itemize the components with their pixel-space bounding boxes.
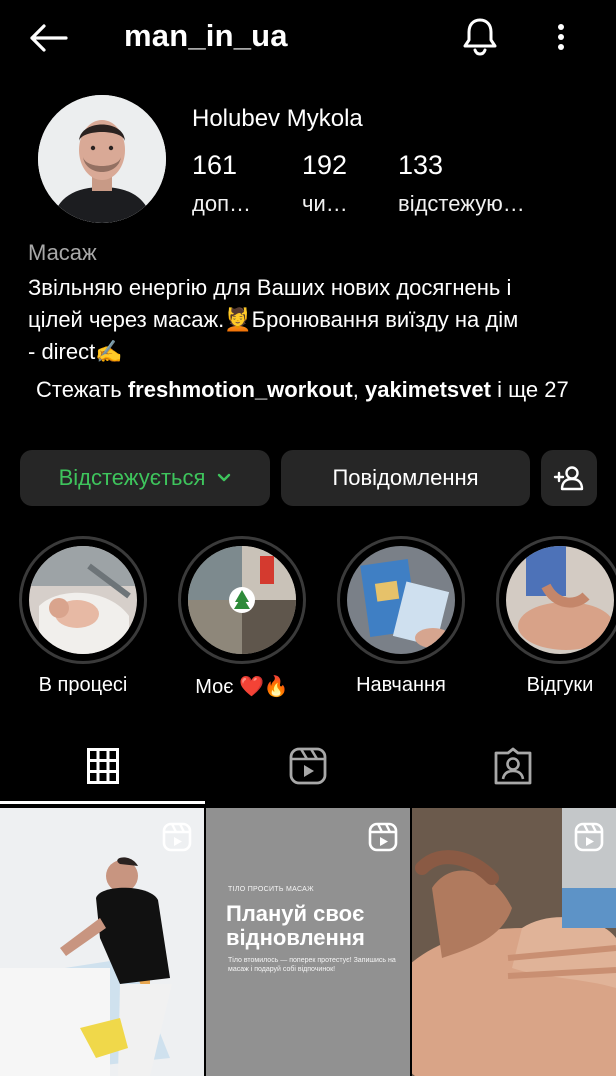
reel-indicator-icon (574, 822, 604, 857)
stat-following-value: 133 (398, 150, 444, 180)
profile-tabs (0, 728, 616, 804)
post-thumbnail[interactable] (412, 808, 616, 1076)
notifications-button[interactable] (456, 12, 504, 60)
highlight-in-progress[interactable]: В процесі (19, 536, 147, 697)
highlight-cover-image (188, 546, 296, 654)
back-button[interactable] (22, 14, 74, 62)
post-title-line: Плануй своє (226, 901, 365, 926)
bell-icon (463, 18, 497, 56)
tab-tagged[interactable] (410, 728, 615, 804)
post-subtitle: Тіло втомилось — поперек протестує! Запи… (228, 957, 396, 973)
highlight-ring (337, 536, 465, 664)
highlight-ring (19, 536, 147, 664)
profile-avatar[interactable] (38, 95, 166, 223)
post-title: Плануй своє відновлення (226, 902, 365, 950)
highlight-label: В процесі (38, 674, 128, 696)
followed-by-separator: , (352, 377, 365, 402)
followed-by-user-2[interactable]: yakimetsvet (365, 377, 491, 402)
top-bar: man_in_ua (0, 0, 616, 76)
stat-following-label: відстежую… (398, 191, 525, 216)
stat-posts-label: доп… (192, 191, 251, 216)
followed-by-prefix: Стежать (36, 377, 128, 402)
post-thumbnail[interactable]: ТІЛО ПРОСИТЬ МАСАЖ Плануй своє відновлен… (206, 808, 410, 1076)
highlight-ring (178, 536, 306, 664)
tagged-person-icon (494, 747, 531, 785)
stat-followers-value: 192 (302, 150, 348, 180)
following-button[interactable]: Відстежується (20, 450, 270, 506)
message-label: Повідомлення (332, 465, 479, 490)
more-options-button[interactable] (544, 14, 578, 60)
reels-icon (289, 747, 326, 785)
stat-followers[interactable]: 192 чи… (302, 150, 348, 217)
profile-full-name: Holubev Mykola (192, 105, 363, 132)
highlight-label: Відгуки (526, 674, 594, 696)
reel-indicator-icon (162, 822, 192, 857)
following-label: Відстежується (58, 465, 206, 490)
stat-following[interactable]: 133 відстежую… (398, 150, 525, 217)
highlight-cover-image (506, 546, 614, 654)
tab-reels[interactable] (205, 728, 410, 804)
highlight-label: Моє ❤️🔥 (195, 676, 289, 698)
profile-bio: Звільняю енергію для Ваших нових досягне… (28, 272, 598, 368)
bio-line[interactable]: - direct✍️ (28, 336, 598, 368)
highlight-reviews[interactable]: Відгуки (496, 536, 616, 697)
profile-category: Масаж (28, 240, 97, 265)
reel-indicator-icon (368, 822, 398, 857)
highlight-ring (496, 536, 616, 664)
bio-line: Звільняю енергію для Ваших нових досягне… (28, 275, 512, 300)
arrow-left-icon (30, 24, 68, 52)
chevron-down-icon (217, 473, 231, 483)
post-thumbnail[interactable] (0, 808, 204, 1076)
active-tab-indicator (0, 801, 205, 804)
add-user-icon (553, 466, 584, 491)
post-small-heading: ТІЛО ПРОСИТЬ МАСАЖ (228, 886, 314, 893)
followed-by-suffix: і ще 27 (490, 377, 569, 402)
highlight-cover-image (29, 546, 137, 654)
highlight-mine[interactable]: Моє ❤️🔥 (178, 536, 306, 699)
tab-posts-grid[interactable] (0, 728, 205, 804)
highlight-learning[interactable]: Навчання (337, 536, 465, 697)
highlight-cover-image (347, 546, 455, 654)
message-button[interactable]: Повідомлення (281, 450, 530, 506)
suggest-users-button[interactable] (541, 450, 597, 506)
highlight-label: Навчання (356, 674, 446, 696)
bio-line: цілей через масаж.💆Бронювання виїзду на … (28, 307, 519, 332)
followed-by-text[interactable]: Стежать freshmotion_workout, yakimetsvet… (36, 376, 596, 404)
followed-by-user-1[interactable]: freshmotion_workout (128, 377, 353, 402)
stat-followers-label: чи… (302, 191, 348, 216)
grid-icon (86, 748, 119, 784)
stat-posts-value: 161 (192, 150, 238, 180)
more-vertical-icon (558, 24, 564, 50)
stat-posts[interactable]: 161 доп… (192, 150, 251, 217)
profile-username: man_in_ua (124, 18, 288, 53)
post-title-line: відновлення (226, 925, 365, 950)
